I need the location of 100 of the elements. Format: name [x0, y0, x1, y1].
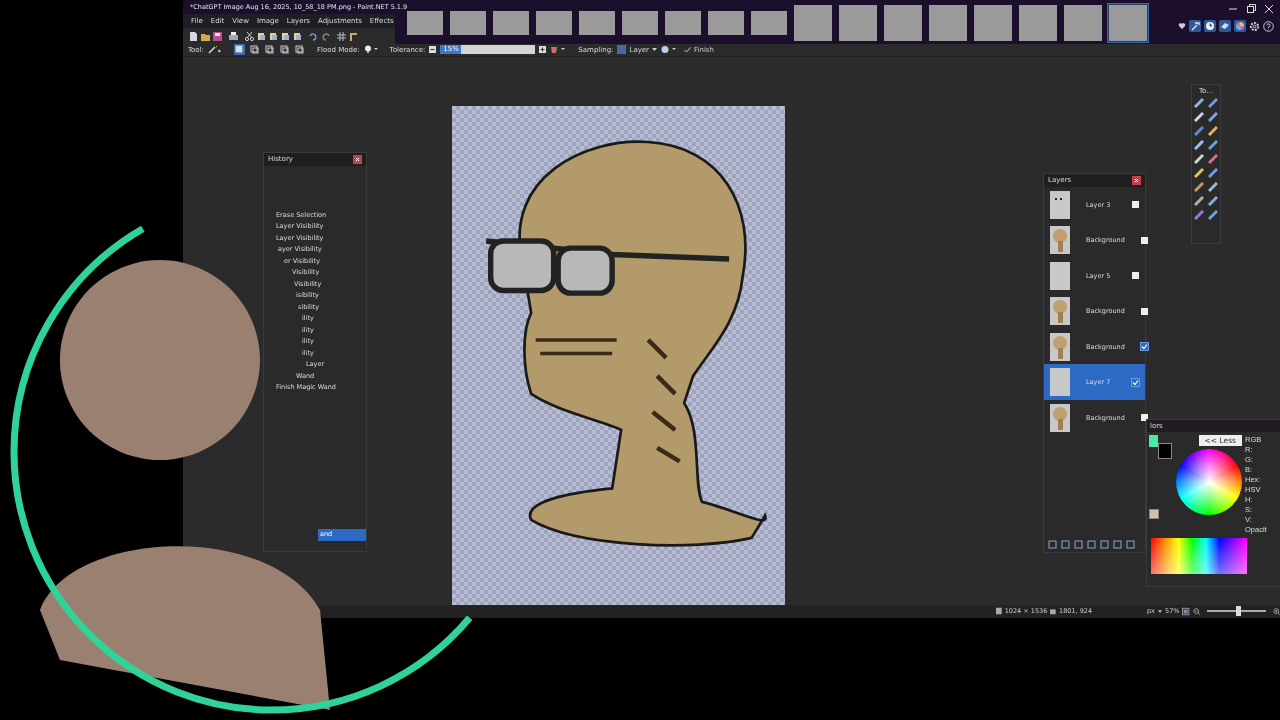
visibility-checkbox[interactable]: [1140, 307, 1148, 315]
secondary-color-swatch[interactable]: [1158, 442, 1172, 459]
primary-color-swatch[interactable]: [1149, 434, 1158, 447]
layer-thumbnail: [1050, 368, 1070, 396]
thumbnail-placeholder: [1109, 5, 1147, 41]
layers-icon[interactable]: [1219, 20, 1231, 32]
tool-icon[interactable]: [1208, 195, 1218, 206]
image-canvas[interactable]: [452, 105, 785, 605]
palette-menu-icon[interactable]: [1149, 508, 1159, 519]
palette-grid[interactable]: [1151, 537, 1247, 574]
thumbnail-placeholder: [884, 5, 922, 41]
thumbnail-placeholder: [1019, 5, 1057, 41]
tool-icon[interactable]: [1208, 111, 1218, 122]
tool-icon[interactable]: [1208, 139, 1218, 150]
cursor-position-icon: [1050, 607, 1057, 616]
thumbnail-placeholder: [794, 5, 832, 41]
settings-icon[interactable]: [1249, 20, 1260, 32]
selection-mode-icon[interactable]: [293, 44, 305, 56]
selection-mode-icon[interactable]: [278, 44, 290, 56]
document-icon[interactable]: [189, 31, 198, 41]
tool-icon[interactable]: [1194, 125, 1204, 136]
image-tab[interactable]: [927, 3, 969, 43]
check-icon: [684, 46, 691, 53]
image-tab[interactable]: [1062, 3, 1104, 43]
thumbnail-placeholder: [407, 11, 443, 35]
paint-bucket-icon[interactable]: [550, 45, 567, 55]
tool-icon[interactable]: [1194, 167, 1204, 178]
tool-icon[interactable]: [1208, 167, 1218, 178]
lightbulb-icon[interactable]: [363, 45, 378, 55]
thumbnail-placeholder: [579, 11, 615, 35]
thumbnail-placeholder: [974, 5, 1012, 41]
grid-icon[interactable]: [337, 31, 346, 41]
caret-icon: [652, 48, 657, 52]
folder-icon[interactable]: [201, 31, 210, 41]
image-tab[interactable]: [972, 3, 1014, 43]
zoom-out-icon[interactable]: [1192, 606, 1201, 616]
tool-icon[interactable]: [1194, 181, 1204, 192]
image-tab[interactable]: [792, 3, 834, 43]
thumbnail-placeholder: [1064, 5, 1102, 41]
close-icon[interactable]: [1264, 4, 1274, 14]
visibility-checkbox[interactable]: [1132, 201, 1139, 208]
scissors-icon[interactable]: [245, 31, 254, 41]
layer-thumbnail: [1050, 403, 1070, 432]
thumbnail-placeholder: [622, 11, 658, 35]
visibility-checkbox[interactable]: [1140, 414, 1148, 421]
selection-mode-icon[interactable]: [233, 44, 245, 56]
visibility-checkbox[interactable]: [1140, 343, 1148, 350]
selection-mode-icon[interactable]: [263, 44, 275, 56]
thumbnail-placeholder: [839, 5, 877, 41]
thumbnail-placeholder: [665, 11, 701, 35]
antialias-icon[interactable]: [661, 45, 677, 55]
image-tab[interactable]: [837, 3, 879, 43]
layer-thumbnail: [1050, 261, 1070, 290]
magic-wand-icon[interactable]: [207, 45, 222, 55]
copy-icon[interactable]: [257, 31, 266, 41]
clock-icon[interactable]: [1204, 20, 1216, 32]
help-icon[interactable]: [1263, 20, 1274, 32]
tool-icon[interactable]: [1194, 139, 1204, 150]
layer-thumbnail: [1050, 190, 1070, 219]
tool-icon[interactable]: [1194, 153, 1204, 164]
tool-icon[interactable]: [1194, 195, 1204, 206]
layer-thumbnail: [1050, 297, 1070, 325]
tool-icon[interactable]: [1194, 209, 1204, 220]
restore-icon[interactable]: [1246, 4, 1256, 14]
thumbnail-placeholder: [493, 11, 529, 35]
close-icon[interactable]: [1132, 175, 1141, 185]
thumbnail-placeholder: [751, 11, 787, 35]
layer-thumbnail: [1050, 332, 1070, 361]
tool-icon[interactable]: [1208, 97, 1218, 108]
layer-thumbnail: [1050, 226, 1070, 254]
thumbnail-placeholder: [450, 11, 486, 35]
heart-icon[interactable]: [1178, 22, 1186, 30]
increase-icon[interactable]: [539, 46, 547, 54]
close-icon[interactable]: [353, 154, 362, 164]
zoom-in-icon[interactable]: [1272, 606, 1280, 616]
image-tab[interactable]: [1107, 3, 1149, 43]
tool-icon[interactable]: [1208, 181, 1218, 192]
zoom-slider-thumb[interactable]: [1236, 606, 1242, 617]
ruler-icon[interactable]: [349, 31, 358, 41]
decrease-icon[interactable]: [429, 46, 437, 54]
selection-mode-icon[interactable]: [248, 44, 260, 56]
undo-icon[interactable]: [309, 31, 318, 41]
hammer-icon[interactable]: [1189, 20, 1201, 32]
fit-window-icon[interactable]: [1182, 606, 1190, 616]
tool-icon[interactable]: [1208, 209, 1218, 220]
image-tab[interactable]: [882, 3, 924, 43]
tool-icon[interactable]: [1208, 153, 1218, 164]
thumbnail-placeholder: [536, 11, 572, 35]
caret-icon[interactable]: [1157, 609, 1162, 613]
printer-icon[interactable]: [229, 31, 238, 41]
visibility-checkbox[interactable]: [1140, 236, 1148, 244]
color-wheel-icon[interactable]: [1234, 20, 1246, 32]
tool-icon[interactable]: [1208, 125, 1218, 136]
visibility-checkbox[interactable]: [1132, 272, 1139, 279]
visibility-checkbox[interactable]: [1132, 378, 1139, 386]
thumbnail-placeholder: [708, 11, 744, 35]
tool-icon[interactable]: [1194, 97, 1204, 108]
redo-icon[interactable]: [321, 31, 330, 41]
layer-icon: [617, 45, 627, 55]
image-tab[interactable]: [1017, 3, 1059, 43]
